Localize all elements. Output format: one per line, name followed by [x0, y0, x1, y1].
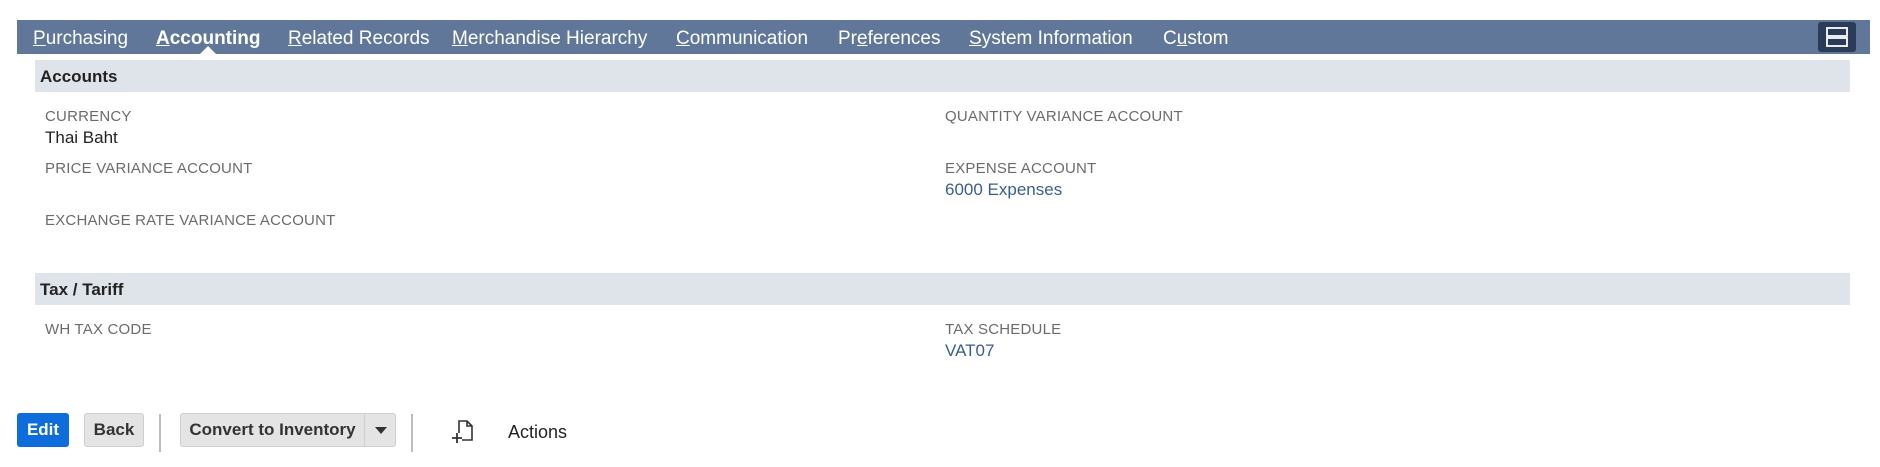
accounts-section-header: Accounts — [35, 60, 1850, 92]
toolbar-divider — [159, 414, 161, 452]
tab-custom[interactable]: Custom — [1163, 20, 1229, 54]
price-variance-field: PRICE VARIANCE ACCOUNT — [45, 160, 253, 177]
tab-preferences[interactable]: Preferences — [838, 20, 940, 54]
currency-value: Thai Baht — [45, 128, 118, 147]
caret-down-icon — [375, 427, 387, 434]
tab-communication[interactable]: Communication — [676, 20, 808, 54]
toolbar-divider — [411, 414, 413, 452]
view-toggle-icon — [1826, 27, 1848, 47]
new-document-icon[interactable] — [450, 418, 476, 444]
view-toggle-button[interactable] — [1818, 22, 1856, 52]
tab-system-information[interactable]: System Information — [969, 20, 1133, 54]
actions-menu[interactable]: Actions — [508, 422, 567, 443]
tax-schedule-link[interactable]: VAT07 — [945, 341, 1061, 361]
tab-related-records[interactable]: Related Records — [288, 20, 430, 54]
edit-button[interactable]: Edit — [17, 413, 69, 447]
wh-tax-code-field: WH TAX CODE — [45, 321, 152, 338]
wh-tax-code-label: WH TAX CODE — [45, 321, 152, 338]
convert-options-dropdown[interactable] — [364, 413, 396, 447]
expense-account-label: EXPENSE ACCOUNT — [945, 160, 1097, 177]
currency-field: CURRENCY Thai Baht — [45, 108, 132, 148]
convert-to-inventory-button[interactable]: Convert to Inventory — [180, 413, 364, 447]
quantity-variance-field: QUANTITY VARIANCE ACCOUNT — [945, 108, 1183, 125]
tab-purchasing[interactable]: Purchasing — [33, 20, 128, 54]
currency-label: CURRENCY — [45, 108, 132, 125]
tax-schedule-label: TAX SCHEDULE — [945, 321, 1062, 338]
expense-account-link[interactable]: 6000 Expenses — [945, 180, 1096, 200]
price-variance-label: PRICE VARIANCE ACCOUNT — [45, 160, 253, 177]
expense-account-field: EXPENSE ACCOUNT 6000 Expenses — [945, 160, 1096, 200]
back-button[interactable]: Back — [84, 413, 144, 447]
tax-tariff-section-header: Tax / Tariff — [35, 273, 1850, 305]
exchange-rate-variance-field: EXCHANGE RATE VARIANCE ACCOUNT — [45, 212, 336, 229]
exchange-rate-variance-label: EXCHANGE RATE VARIANCE ACCOUNT — [45, 212, 336, 229]
quantity-variance-label: QUANTITY VARIANCE ACCOUNT — [945, 108, 1183, 125]
tax-schedule-field: TAX SCHEDULE VAT07 — [945, 321, 1061, 361]
subtab-bar: Purchasing Accounting Related Records Me… — [17, 20, 1870, 54]
tab-merchandise-hierarchy[interactable]: Merchandise Hierarchy — [452, 20, 647, 54]
tab-accounting[interactable]: Accounting — [156, 20, 261, 54]
